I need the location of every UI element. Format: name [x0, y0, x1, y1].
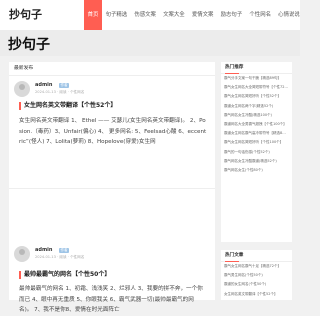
hot-post-link[interactable]: 霸气分手文案一句干脆【精选89句】 — [221, 74, 292, 83]
nav-item-mood[interactable]: 心情说说 — [275, 0, 304, 30]
site-logo[interactable]: 抄句子 — [9, 6, 42, 22]
post-meta: 2024-01-13 · 阅读 · 个性网名 — [35, 90, 85, 94]
recommend-post-link[interactable]: 女生网名英文带翻译【个性52个】 — [221, 290, 292, 299]
nav-item-nicknames[interactable]: 个性网名 — [246, 0, 275, 30]
post-title[interactable]: 女生网名英文带翻译【个性52个】 — [19, 102, 214, 110]
hot-post-link[interactable]: 霸气女生网名简短好听【个性52个】 — [221, 92, 292, 101]
post-meta: 2024-01-13 · 阅读 · 个性网名 — [35, 255, 85, 259]
main-nav: 首页 句子精选 伤感文案 文案大全 爱情文案 励志句子 个性网名 心情说说 — [84, 0, 303, 30]
hero-banner: 抄句子 — [0, 30, 300, 56]
hero-title: 抄句子 — [8, 37, 50, 53]
hot-post-link[interactable]: 霸道女生网名两个字(精选52个) — [221, 102, 292, 111]
author-badge: 作者 — [59, 248, 69, 253]
widget-title: 热门推荐 — [221, 62, 292, 74]
recommend-post-link[interactable]: 霸气男生网名(个性50个) — [221, 271, 292, 280]
nav-item-sad-copy[interactable]: 伤感文案 — [131, 0, 160, 30]
hot-post-link[interactable]: 霸气网名女生冷酷(精选100个) — [221, 111, 292, 120]
nav-item-love[interactable]: 爱情文案 — [188, 0, 217, 30]
post-card: admin 作者 2024-01-13 · 阅读 · 个性网名 最帅最霸气的网名… — [9, 190, 215, 313]
nav-item-copy[interactable]: 文案大全 — [160, 0, 189, 30]
top-navigation-bar: 抄句子 首页 句子精选 伤感文案 文案大全 爱情文案 励志句子 个性网名 心情说… — [0, 0, 300, 31]
nav-item-home[interactable]: 首页 — [84, 0, 102, 30]
recommend-widget: 热门文章 霸气女生网名霸气十足【精选72个】 霸气男生网名(个性50个) 霸道的… — [221, 250, 292, 300]
post-list: 最新发布 admin 作者 2024-01-13 · 阅读 · 个性网名 女生网… — [9, 62, 215, 313]
nav-item-sentences[interactable]: 句子精选 — [102, 0, 131, 30]
author-badge: 作者 — [59, 83, 69, 88]
hot-post-link[interactable]: 霸气的一句话伤感(个性52个) — [221, 148, 292, 157]
hot-post-link[interactable]: 霸气网名女生冷酷霸道(精选52个) — [221, 157, 292, 166]
hot-post-link[interactable]: 霸气女生网名大全简短带符号【个性72… — [221, 83, 292, 92]
avatar[interactable] — [14, 246, 30, 262]
hot-posts-widget: 热门推荐 霸气分手文案一句干脆【精选89句】 霸气女生网名大全简短带符号【个性7… — [221, 62, 292, 242]
sidebar: 热门推荐 霸气分手文案一句干脆【精选89句】 霸气女生网名大全简短带符号【个性7… — [221, 62, 292, 300]
author-name[interactable]: admin — [35, 82, 52, 88]
hot-post-link[interactable]: 霸道女生网名霸气高冷带符号【精选8… — [221, 129, 292, 138]
hot-post-link[interactable]: 霸气网名女生(个性80个) — [221, 166, 292, 175]
nav-item-inspire[interactable]: 励志句子 — [217, 0, 246, 30]
post-excerpt: 女生网名英文带翻译 1、 Ethel —— 艾瑟儿(女生网名英文带翻译)。 2、… — [19, 118, 207, 146]
recommend-post-link[interactable]: 霸道的女生网名(个性50个) — [221, 280, 292, 289]
hot-post-link[interactable]: 霸道网名大全男霸气超拽【个性100个】 — [221, 120, 292, 129]
section-label: 最新发布 — [9, 62, 215, 76]
post-title[interactable]: 最帅最霸气的网名【个性50个】 — [19, 271, 214, 279]
recommend-post-link[interactable]: 霸气女生网名霸气十足【精选72个】 — [221, 262, 292, 271]
post-divider — [9, 188, 215, 189]
author-name[interactable]: admin — [35, 247, 52, 253]
post-card: admin 作者 2024-01-13 · 阅读 · 个性网名 女生网名英文带翻… — [9, 76, 215, 188]
avatar[interactable] — [14, 81, 30, 97]
widget-title: 热门文章 — [221, 250, 292, 262]
hot-post-link[interactable]: 霸气女生网名简短好听【个性100个】 — [221, 138, 292, 147]
